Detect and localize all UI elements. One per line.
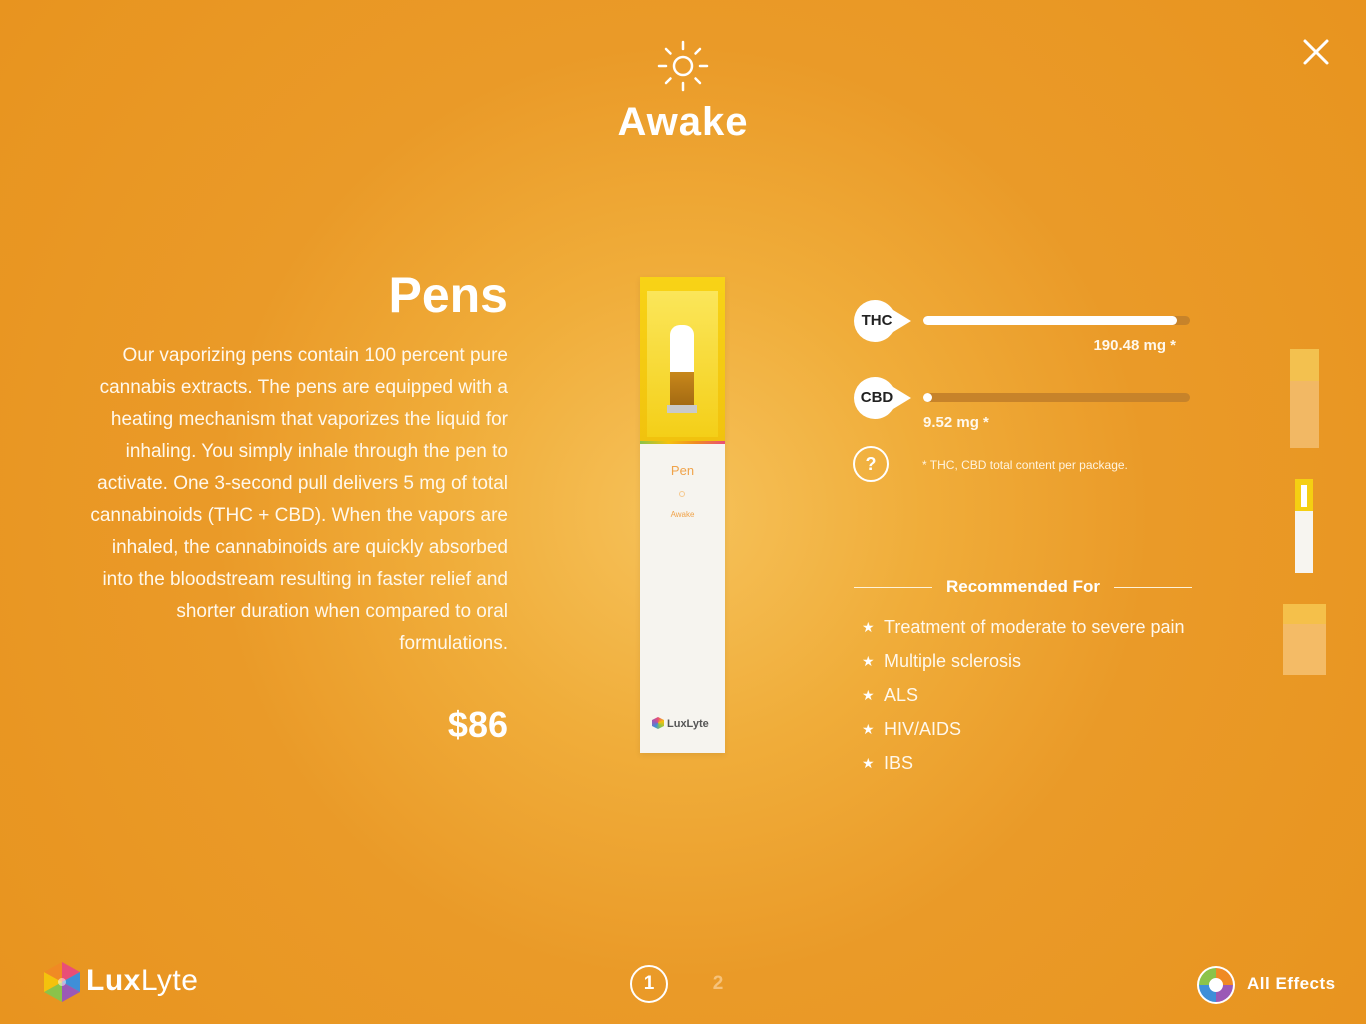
product-thumbnail-1[interactable] <box>1290 349 1319 448</box>
product-price: $86 <box>447 704 508 745</box>
thc-bar-fill <box>923 316 1177 325</box>
cbd-bar-fill <box>923 393 933 402</box>
divider <box>854 587 932 588</box>
help-button[interactable]: ? <box>853 446 889 482</box>
package-effect-label: Awake <box>670 510 695 519</box>
package-type-label: Pen <box>670 463 695 478</box>
divider <box>1114 587 1192 588</box>
cbd-pin: CBD <box>853 376 911 420</box>
cbd-label: CBD <box>860 389 894 406</box>
star-icon: ★ <box>862 755 875 771</box>
star-icon: ★ <box>862 721 875 737</box>
brand-name: LuxLyte <box>86 964 198 998</box>
cartridge-oil <box>670 372 694 406</box>
thumbnail-package-top <box>1283 604 1326 624</box>
close-icon[interactable] <box>1300 36 1332 68</box>
brand-name-light: Lyte <box>140 964 199 997</box>
package-sun-icon <box>679 491 685 497</box>
package-brand-text: LuxLyte <box>667 718 709 730</box>
effect-title: Awake <box>617 100 749 144</box>
recommended-item: IBS <box>884 753 914 773</box>
cartridge-ring <box>667 405 697 413</box>
list-item: ★ IBS <box>862 750 1202 784</box>
product-thumbnail-2[interactable] <box>1295 479 1313 573</box>
recommended-item: HIV/AIDS <box>884 719 962 739</box>
product-thumbnail-3[interactable] <box>1283 604 1326 675</box>
recommended-list: ★ Treatment of moderate to severe pain ★ M… <box>862 614 1202 784</box>
luxlyte-logo-icon <box>44 962 80 1002</box>
thc-pin: THC <box>853 299 911 343</box>
star-icon: ★ <box>862 653 875 669</box>
star-icon: ★ <box>862 687 875 703</box>
product-description: Our vaporizing pens contain 100 percent … <box>90 345 508 654</box>
content-footnote: * THC, CBD total content per package. <box>922 458 1128 472</box>
recommended-item: Treatment of moderate to severe pain <box>884 617 1185 637</box>
sun-icon <box>657 40 709 92</box>
list-item: ★ ALS <box>862 682 1202 716</box>
list-item: ★ Multiple sclerosis <box>862 648 1202 682</box>
package-logo-icon <box>652 717 664 729</box>
recommended-item: ALS <box>884 685 919 705</box>
thc-label: THC <box>861 312 893 329</box>
all-effects-button[interactable]: All Effects <box>1247 974 1336 994</box>
list-item: ★ Treatment of moderate to severe pain <box>862 614 1202 648</box>
list-item: ★ HIV/AIDS <box>862 716 1202 750</box>
recommended-title: Recommended For <box>946 577 1100 596</box>
cbd-bar <box>923 393 1190 402</box>
package-stripe <box>640 441 725 444</box>
package-brand: LuxLyte <box>652 717 722 731</box>
thumbnail-package-top <box>1290 349 1319 381</box>
thc-value: 190.48 mg * <box>1093 337 1176 354</box>
cartridge-mouthpiece <box>670 325 694 375</box>
page-indicator-2[interactable]: 2 <box>700 965 736 1003</box>
thc-bar <box>923 316 1190 325</box>
product-image: Pen Awake LuxLyte <box>640 277 725 753</box>
product-title: Pens <box>388 267 508 323</box>
star-icon: ★ <box>862 619 875 635</box>
effects-wheel-icon[interactable] <box>1196 965 1236 1005</box>
brand-name-bold: Lux <box>86 964 141 997</box>
cbd-value: 9.52 mg * <box>923 414 989 431</box>
page-indicator-1[interactable]: 1 <box>630 965 668 1003</box>
recommended-item: Multiple sclerosis <box>884 651 1022 671</box>
thumbnail-cartridge <box>1301 485 1307 507</box>
